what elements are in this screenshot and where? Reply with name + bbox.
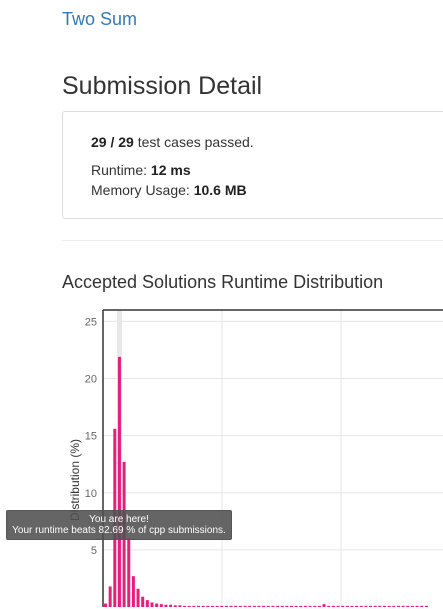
runtime-row: Runtime: 12 ms xyxy=(91,162,191,178)
y-tick-label: 10 xyxy=(85,488,97,500)
bar xyxy=(155,603,159,607)
bar xyxy=(313,605,317,607)
tooltip-line1: You are here! xyxy=(89,514,149,525)
bar xyxy=(317,605,321,607)
bar xyxy=(215,605,219,607)
bar xyxy=(159,604,163,607)
bar xyxy=(210,605,214,607)
bar xyxy=(108,586,112,607)
y-tick-label: 25 xyxy=(85,316,97,328)
bar xyxy=(383,605,386,607)
bar xyxy=(350,605,354,607)
bar xyxy=(373,605,377,607)
bar xyxy=(271,605,275,607)
test-cases-row: 29 / 29 test cases passed. xyxy=(91,134,254,150)
bar xyxy=(364,605,368,607)
bar xyxy=(396,605,400,607)
bar xyxy=(197,605,200,607)
bar xyxy=(336,605,340,607)
bar xyxy=(136,588,140,607)
bar xyxy=(187,605,191,607)
bar xyxy=(424,605,428,607)
runtime-value: 12 ms xyxy=(150,162,191,178)
bar xyxy=(341,605,345,607)
bar xyxy=(299,605,303,607)
bar xyxy=(220,605,224,607)
bar xyxy=(224,605,228,607)
bar xyxy=(378,605,382,607)
bar xyxy=(206,605,210,607)
bar xyxy=(415,605,419,607)
bar xyxy=(355,605,359,607)
total-count: 29 xyxy=(118,134,134,150)
submission-result-panel: 29 / 29 test cases passed. Runtime: 12 m… xyxy=(62,111,443,219)
y-axis-label: Distribution (%) xyxy=(68,439,82,521)
bar xyxy=(290,605,293,607)
bar xyxy=(331,605,335,607)
bar xyxy=(238,605,242,607)
bar xyxy=(359,605,363,607)
bar xyxy=(266,605,270,607)
bar xyxy=(401,605,405,607)
memory-value: 10.6 MB xyxy=(193,182,247,198)
bar xyxy=(252,605,256,607)
bar xyxy=(262,605,266,607)
y-tick-label: 20 xyxy=(85,374,97,386)
runtime-label: Runtime: xyxy=(91,162,148,178)
bar xyxy=(201,605,205,607)
bar xyxy=(141,596,145,607)
runtime-distribution-chart[interactable]: 25 20 15 10 5 Distribution (%) xyxy=(0,300,443,609)
bar xyxy=(410,605,414,607)
memory-label: Memory Usage: xyxy=(91,182,190,198)
bar xyxy=(243,605,247,607)
bar xyxy=(276,605,280,607)
bar xyxy=(420,605,424,607)
bar xyxy=(178,605,182,607)
bar xyxy=(322,604,326,607)
y-tick-label: 15 xyxy=(85,431,97,443)
submission-detail-page: Two Sum Submission Detail 29 / 29 test c… xyxy=(0,0,443,609)
passed-count: 29 xyxy=(91,134,107,150)
bar xyxy=(127,538,131,607)
test-cases-label: test cases passed. xyxy=(137,134,254,150)
bar xyxy=(169,604,173,607)
bar xyxy=(369,605,373,607)
bar xyxy=(192,605,196,607)
bar xyxy=(145,600,149,607)
section-divider xyxy=(62,240,443,241)
bar xyxy=(387,605,391,607)
bar xyxy=(406,605,410,607)
bar xyxy=(392,605,396,607)
bar xyxy=(285,605,289,607)
chart-canvas: 25 20 15 10 5 Distribution (%) xyxy=(68,309,443,607)
y-tick-label: 5 xyxy=(91,545,97,557)
bar xyxy=(104,603,107,607)
distribution-title: Accepted Solutions Runtime Distribution xyxy=(62,272,384,292)
bar xyxy=(164,604,168,607)
bar xyxy=(303,605,307,607)
bar xyxy=(327,605,331,607)
bar xyxy=(150,602,154,607)
bar xyxy=(308,605,312,607)
bar xyxy=(234,605,238,607)
count-separator: / xyxy=(106,134,119,150)
bar xyxy=(248,605,252,607)
page-title: Submission Detail xyxy=(62,72,263,100)
bar xyxy=(117,356,121,607)
bar xyxy=(173,605,177,607)
bar xyxy=(280,605,284,607)
bar xyxy=(183,605,187,607)
problem-title-link[interactable]: Two Sum xyxy=(62,9,137,30)
bar xyxy=(345,605,349,607)
bar xyxy=(257,605,261,607)
bar xyxy=(229,605,233,607)
chart-tooltip: You are here! Your runtime beats 82.69 %… xyxy=(6,510,232,540)
bar xyxy=(294,605,298,607)
tooltip-line2: Your runtime beats 82.69 % of cpp submis… xyxy=(12,525,226,536)
memory-row: Memory Usage: 10.6 MB xyxy=(91,182,247,198)
bar xyxy=(131,576,135,607)
